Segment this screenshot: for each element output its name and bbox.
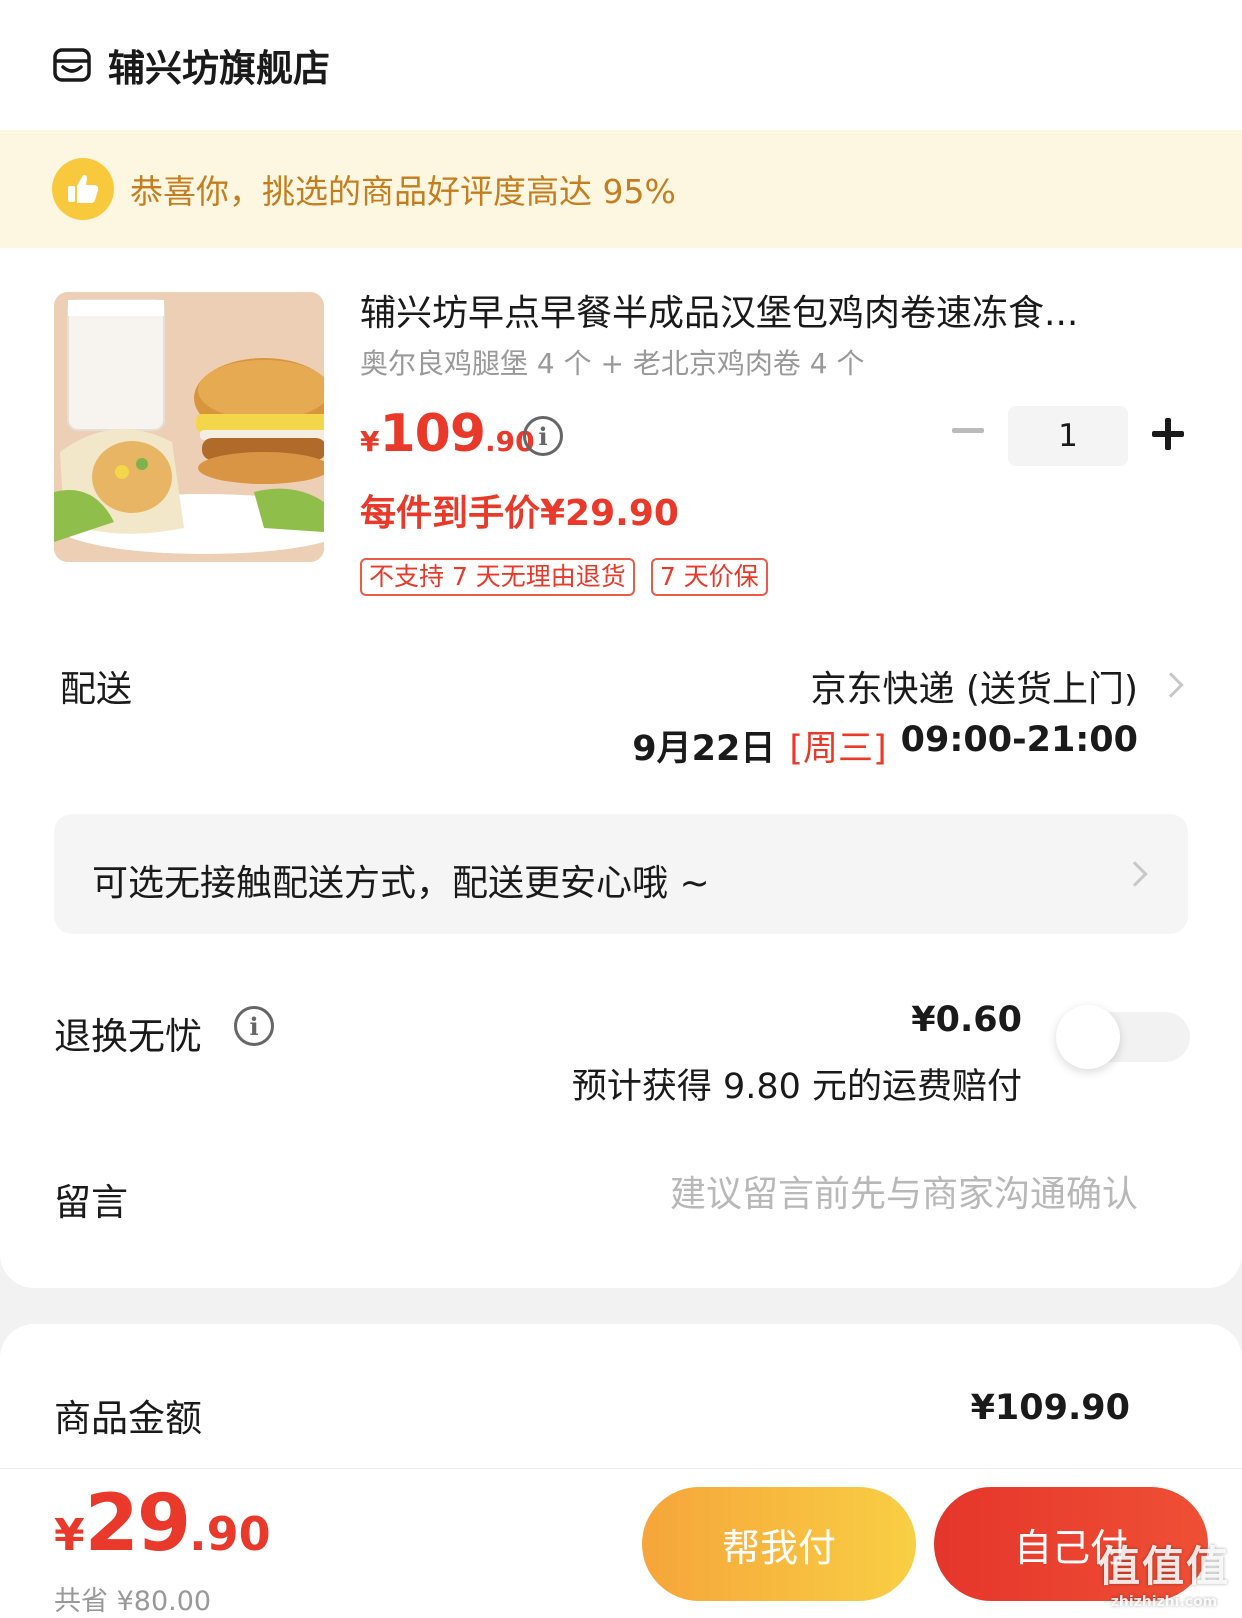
store-icon [53, 48, 91, 82]
price-integer: 109 [379, 404, 486, 464]
delivery-time-range: 09:00-21:00 [900, 720, 1138, 760]
product-image[interactable] [54, 292, 324, 562]
total-decimal: .90 [189, 1507, 271, 1561]
quantity-decrease-button[interactable] [952, 428, 984, 433]
total-price: ¥ 29 .90 [54, 1479, 271, 1569]
total-currency: ¥ [54, 1510, 85, 1561]
praise-banner: 恭喜你，挑选的商品好评度高达 95% [0, 130, 1242, 248]
price-info-icon[interactable]: i [523, 416, 563, 456]
delivery-method[interactable]: 京东快递 (送货上门) [810, 660, 1138, 712]
product-tags: 不支持 7 天无理由退货 7 天价保 [360, 558, 768, 596]
return-worry-info-icon[interactable]: i [234, 1006, 274, 1046]
tag-no-return: 不支持 7 天无理由退货 [360, 558, 635, 596]
product-title[interactable]: 辅兴坊早点早餐半成品汉堡包鸡肉卷速冻食... [360, 284, 1160, 336]
watermark: 值值值 zhizhizhi.com [1098, 1533, 1230, 1610]
contactless-delivery-option[interactable]: 可选无接触配送方式，配送更安心哦 ~ [54, 814, 1188, 934]
watermark-main: 值值值 [1097, 1542, 1230, 1591]
delivery-weekday: [周三] [789, 729, 887, 769]
delivery-date: 9月22日 [632, 729, 776, 769]
help-pay-button[interactable]: 帮我付 [642, 1487, 916, 1601]
thumbs-up-icon [52, 158, 114, 220]
price-currency: ¥ [360, 425, 380, 458]
product-price: ¥ 109 .90 [360, 404, 535, 464]
order-card: 辅兴坊旗舰店 恭喜你，挑选的商品好评度高达 95% 辅兴坊早点早餐半成品汉堡包鸡… [0, 0, 1242, 1288]
message-label: 留言 [54, 1181, 128, 1224]
quantity-increase-button[interactable] [1152, 418, 1184, 450]
store-name: 辅兴坊旗舰店 [108, 47, 330, 90]
return-worry-toggle[interactable] [1056, 1005, 1190, 1069]
return-worry-subtext: 预计获得 9.80 元的运费赔付 [571, 1067, 1022, 1107]
amount-value: ¥109.90 [970, 1388, 1130, 1428]
quantity-input[interactable]: 1 [1008, 406, 1128, 466]
contactless-text: 可选无接触配送方式，配送更安心哦 ~ [92, 863, 710, 904]
store-header[interactable]: 辅兴坊旗舰店 [52, 38, 330, 92]
toggle-knob [1056, 1005, 1120, 1069]
total-integer: 29 [84, 1479, 192, 1569]
return-worry-price: ¥0.60 [911, 1000, 1022, 1040]
checkout-bar: ¥ 29 .90 共省 ¥80.00 帮我付 自己付 值值值 zhizhizhi… [0, 1468, 1242, 1618]
message-input[interactable] [518, 1168, 1138, 1220]
delivery-time[interactable]: 9月22日 [周三] 09:00-21:00 [632, 720, 1138, 771]
delivery-label: 配送 [60, 669, 133, 710]
contactless-chevron-icon [1122, 861, 1148, 887]
watermark-sub: zhizhizhi.com [1110, 1594, 1218, 1610]
unit-price: 每件到手价¥29.90 [360, 493, 679, 534]
amount-label: 商品金额 [54, 1397, 202, 1440]
product-spec[interactable]: 奥尔良鸡腿堡 4 个 + 老北京鸡肉卷 4 个 [360, 342, 865, 382]
savings-text: 共省 ¥80.00 [54, 1586, 212, 1617]
tag-price-protect: 7 天价保 [650, 558, 768, 596]
praise-text: 恭喜你，挑选的商品好评度高达 95% [130, 172, 676, 211]
return-worry-label: 退换无忧 [54, 1015, 202, 1058]
delivery-chevron-icon[interactable] [1158, 672, 1184, 698]
